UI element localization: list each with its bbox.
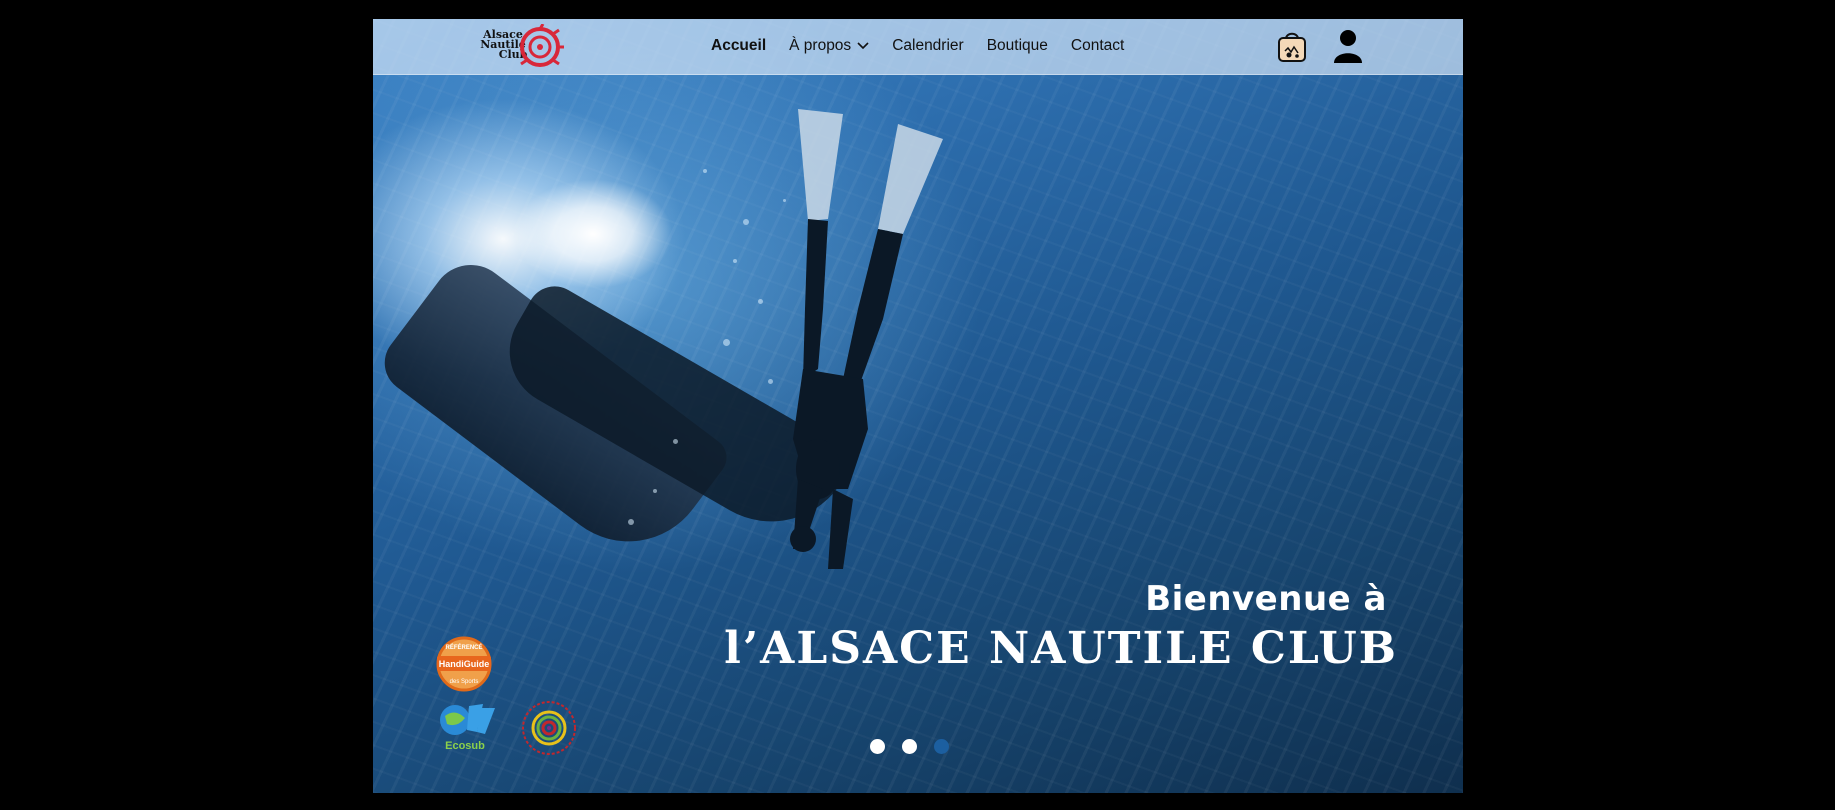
hero-club-name: l’ALSACE NAUTILE CLUB [724, 623, 1398, 674]
svg-text:Ecosub: Ecosub [445, 740, 485, 752]
club-logo[interactable]: Alsace Nautile Club [473, 24, 568, 70]
ecosub-badge[interactable]: Ecosub [433, 702, 499, 754]
nav-contact[interactable]: Contact [1071, 37, 1124, 55]
shopping-bag-icon[interactable] [1277, 29, 1307, 63]
coral-icon [520, 24, 564, 67]
diver-silhouette [790, 109, 943, 569]
carousel-dot-2[interactable] [902, 739, 917, 754]
svg-text:RÉFÉRENCÉ: RÉFÉRENCÉ [445, 643, 482, 651]
top-navbar: Alsace Nautile Club Accueil À propos Cal… [373, 19, 1463, 75]
hero-heading: Bienvenue à l’ALSACE NAUTILE CLUB [724, 579, 1398, 674]
chevron-down-icon [857, 42, 869, 50]
nav-accueil[interactable]: Accueil [711, 37, 766, 55]
svg-text:des Sports: des Sports [450, 679, 479, 685]
handiguide-badge[interactable]: HandiGuide RÉFÉRENCÉ des Sports [433, 636, 495, 692]
nav-boutique[interactable]: Boutique [987, 37, 1048, 55]
nav-a-propos[interactable]: À propos [789, 37, 869, 55]
nav-calendrier[interactable]: Calendrier [892, 37, 964, 55]
hero-section: Alsace Nautile Club Accueil À propos Cal… [373, 19, 1463, 793]
carousel-dot-3[interactable] [934, 739, 949, 754]
label-badge[interactable] [520, 699, 578, 757]
sunburst [513, 179, 673, 289]
main-nav: Accueil À propos Calendrier Boutique Con… [711, 37, 1147, 55]
carousel-dot-1[interactable] [870, 739, 885, 754]
carousel-indicators [870, 739, 949, 754]
user-icon[interactable] [1332, 28, 1364, 64]
svg-text:HandiGuide: HandiGuide [439, 659, 490, 669]
hero-welcome: Bienvenue à [1145, 579, 1387, 619]
